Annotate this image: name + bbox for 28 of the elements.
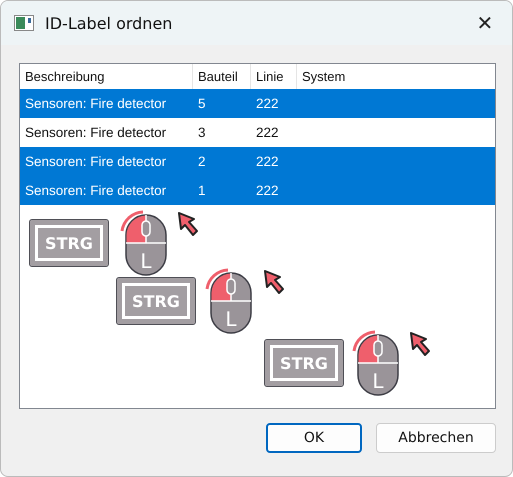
window-title: ID-Label ordnen — [45, 14, 172, 32]
close-button[interactable]: ✕ — [462, 1, 508, 45]
cursor-arrow-icon — [263, 269, 287, 295]
table-cell: 222 — [256, 154, 279, 169]
table-cell: 5 — [198, 96, 206, 111]
table-cell: Sensoren: Fire detector — [25, 183, 166, 198]
app-icon — [14, 15, 34, 31]
table-row[interactable]: Sensoren: Fire detector 3 222 — [20, 118, 495, 147]
keyboard-key: STRG — [264, 339, 344, 387]
table-cell: 222 — [256, 96, 279, 111]
keyboard-key: STRG — [29, 219, 109, 267]
table-cell: Sensoren: Fire detector — [25, 96, 166, 111]
ok-button[interactable]: OK — [266, 423, 362, 453]
table-row[interactable]: Sensoren: Fire detector 1 222 — [20, 176, 495, 205]
table-cell: 2 — [198, 154, 206, 169]
table-row[interactable]: Sensoren: Fire detector 2 222 — [20, 147, 495, 176]
table-cell: 222 — [256, 125, 279, 140]
table-row[interactable]: Sensoren: Fire detector 5 222 — [20, 89, 495, 118]
table-cell: 1 — [198, 183, 206, 198]
column-header[interactable]: System — [297, 64, 495, 89]
table-cell: Sensoren: Fire detector — [25, 125, 166, 140]
keyboard-key: STRG — [116, 277, 196, 325]
cursor-arrow-icon — [409, 331, 433, 357]
table-cell: 222 — [256, 183, 279, 198]
cursor-arrow-icon — [177, 211, 201, 237]
table-cell: 3 — [198, 125, 206, 140]
cancel-button[interactable]: Abbrechen — [376, 423, 496, 453]
table-cell: Sensoren: Fire detector — [25, 154, 166, 169]
